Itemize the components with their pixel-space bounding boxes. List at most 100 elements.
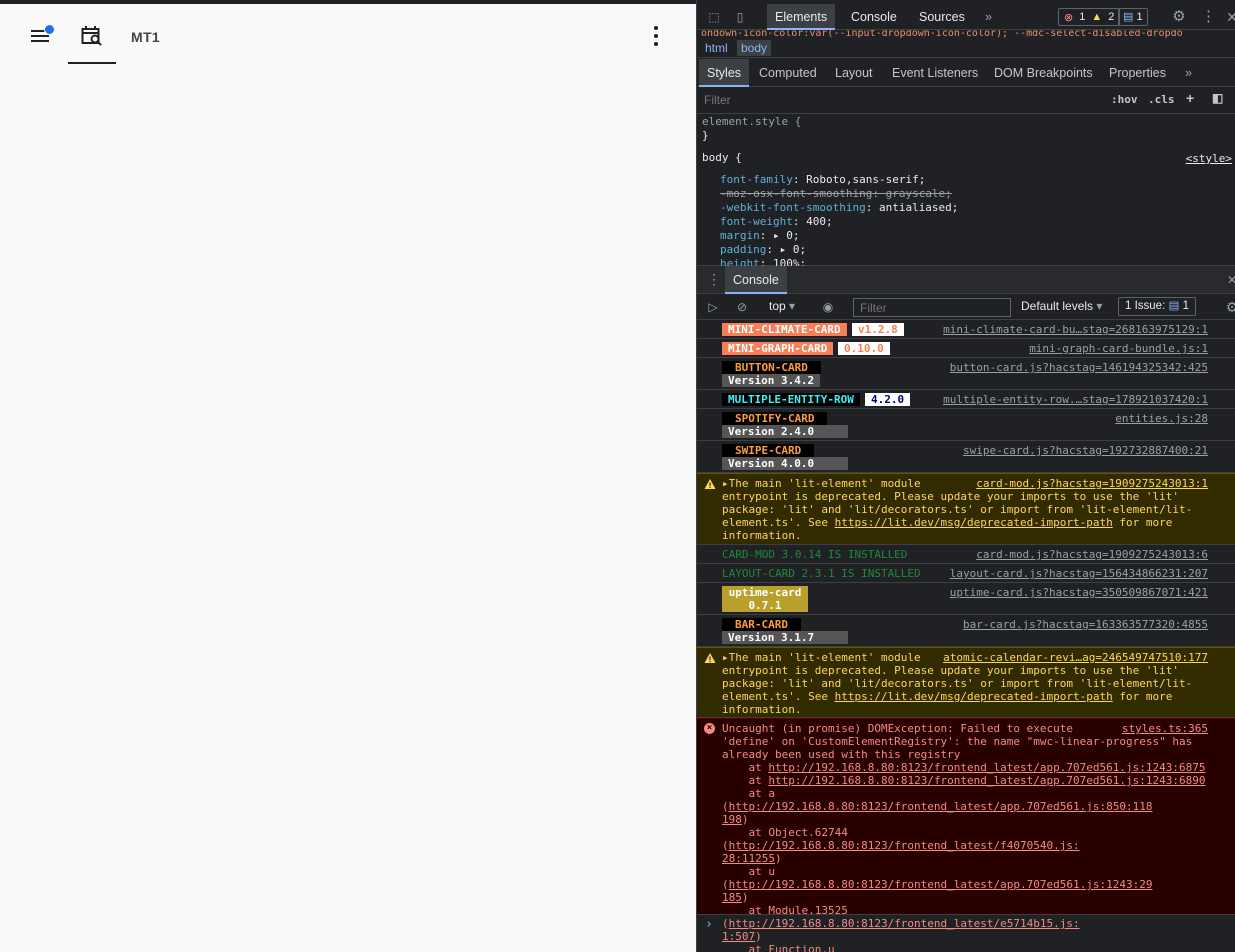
console-toolbar: ▷ ⊘ top ▾ ◉ Default levels ▾ 1 Issue: ▤ … [697, 294, 1235, 320]
hamburger-menu-icon[interactable] [24, 20, 56, 52]
element-style-selector[interactable]: element.style { [702, 115, 801, 129]
info-count[interactable]: ▤ 1 [1118, 8, 1148, 26]
docs-link[interactable]: https://lit.dev/msg/deprecated-import-pa… [835, 690, 1113, 703]
stack-frame-link[interactable]: http://192.168.8.80:8123/frontend_latest… [722, 800, 1152, 826]
error-icon: × [704, 723, 715, 734]
devtools-panel: ⬚ ▯ Elements Console Sources » ⊗ 1 ▲ 2 ▤ 1… [696, 0, 1235, 952]
styles-filter-input[interactable] [701, 91, 1101, 110]
error-count: 1 [1079, 11, 1086, 23]
source-link[interactable]: card-mod.js?hacstag=1909275243013:6 [976, 548, 1208, 561]
clear-console-icon[interactable]: ⊘ [735, 300, 749, 314]
element-style-close: } [702, 129, 709, 142]
issues-button[interactable]: 1 Issue: ▤ 1 [1118, 297, 1196, 316]
breadcrumb-html[interactable]: html [701, 40, 732, 56]
source-link[interactable]: layout-card.js?hacstag=156434866231:207 [950, 567, 1208, 580]
gear-icon[interactable]: ⚙ [1172, 9, 1186, 24]
error-count-icon: ⊗ [1064, 11, 1074, 24]
breadcrumb-body[interactable]: body [737, 40, 772, 56]
drawer-menu-icon[interactable]: ⋮ [707, 272, 721, 286]
rule-source-link[interactable]: <style> [1186, 152, 1232, 166]
source-link[interactable]: styles.ts:365 [1122, 722, 1208, 735]
css-declaration[interactable]: font-family: Roboto,sans-serif; [720, 173, 925, 187]
tab-event-listeners[interactable]: Event Listeners [884, 59, 986, 87]
log-badge-label: SWIPE-CARD [722, 444, 815, 457]
log-levels-select[interactable]: Default levels ▾ [1021, 299, 1102, 313]
app-toolbar: MT1 [0, 8, 696, 64]
breadcrumb: html body [697, 38, 1235, 58]
console-prompt[interactable]: › [697, 915, 1235, 935]
console-message: SWIPE-CARD Version 4.0.0 swipe-card.js?hac… [697, 441, 1235, 473]
log-badge-version: 4.2.0 [865, 393, 911, 406]
console-message: LAYOUT-CARD 2.3.1 IS INSTALLED layout-car… [697, 564, 1235, 583]
dots-vertical-icon[interactable] [644, 22, 668, 50]
css-declaration[interactable]: padding: ▸ 0; [720, 243, 806, 257]
stack-frame-link[interactable]: http://192.168.8.80:8123/frontend_latest… [722, 839, 1080, 865]
css-declaration[interactable]: margin: ▸ 0; [720, 229, 800, 243]
rule-selector[interactable]: body { [702, 151, 742, 165]
notification-dot [44, 24, 55, 35]
tab-elements[interactable]: Elements [767, 4, 836, 30]
log-badge-version: 0.10.0 [838, 342, 890, 355]
source-link[interactable]: uptime-card.js?hacstag=350509867071:421 [950, 586, 1208, 599]
stack-frame-link[interactable]: http://192.168.8.80:8123/frontend_latest… [768, 774, 1205, 787]
hov-toggle[interactable]: :hov [1111, 93, 1138, 106]
close-icon[interactable]: ✕ [1225, 10, 1235, 24]
more-subtabs-icon[interactable]: » [1177, 59, 1200, 87]
gear-icon[interactable]: ⚙ [1225, 300, 1235, 314]
console-message: CARD-MOD 3.0.14 IS INSTALLED card-mod.js?… [697, 545, 1235, 564]
chevron-down-icon: ▾ [1096, 299, 1103, 313]
console-filter-input[interactable] [853, 298, 1011, 317]
css-value: ▸ 0; [779, 243, 807, 256]
source-link[interactable]: card-mod.js?hacstag=1909275243013:1 [976, 477, 1208, 490]
console-messages: MINI-CLIMATE-CARD v1.2.8 mini-climate-card… [697, 320, 1235, 952]
device-toolbar-icon[interactable]: ▯ [733, 10, 747, 24]
source-link[interactable]: multiple-entity-row.…stag=178921037420:1 [943, 393, 1208, 406]
inspect-element-icon[interactable]: ⬚ [707, 10, 721, 24]
drawer-tab-console[interactable]: Console [725, 266, 787, 294]
tab-console[interactable]: Console [843, 4, 905, 30]
tab-styles[interactable]: Styles [699, 59, 750, 87]
tab-sources[interactable]: Sources [911, 4, 973, 30]
tab-computed[interactable]: Computed [751, 59, 825, 87]
log-badge-label: MINI-GRAPH-CARD [722, 342, 834, 355]
issue-counters[interactable]: ⊗ 1 ▲ 2 [1058, 8, 1121, 26]
tab-layout[interactable]: Layout [827, 59, 881, 87]
stack-frame-link[interactable]: http://192.168.8.80:8123/frontend_latest… [722, 878, 1152, 904]
console-message: MINI-GRAPH-CARD 0.10.0 mini-graph-card-bun… [697, 339, 1235, 358]
docs-link[interactable]: https://lit.dev/msg/deprecated-import-pa… [835, 516, 1113, 529]
css-property: font-family [720, 173, 793, 186]
styles-filter-bar: :hov .cls + ◧ [697, 88, 1235, 114]
sidebar-icon[interactable]: ▷ [706, 300, 720, 314]
more-tabs-icon[interactable]: » [977, 4, 1000, 30]
view-tab-calendar[interactable] [68, 8, 116, 64]
sidebar-toggle-icon[interactable]: ◧ [1212, 91, 1223, 105]
new-rule-icon[interactable]: + [1186, 90, 1194, 106]
css-declaration[interactable]: -webkit-font-smoothing: antialiased; [720, 201, 958, 215]
tab-properties[interactable]: Properties [1101, 59, 1174, 87]
warning-icon [704, 652, 716, 664]
source-link[interactable]: entities.js:28 [1115, 412, 1208, 425]
log-badge-label: BUTTON-CARD [722, 361, 821, 374]
source-link[interactable]: mini-climate-card-bu…stag=268163975129:1 [943, 323, 1208, 336]
console-message: uptime-card 0.7.1 uptime-card.js?hacstag=3… [697, 583, 1235, 615]
view-title[interactable]: MT1 [131, 29, 160, 45]
stack-frame-link[interactable]: http://192.168.8.80:8123/frontend_latest… [768, 761, 1205, 774]
source-link[interactable]: atomic-calendar-revi…ag=246549747510:177 [943, 651, 1208, 664]
drawer-close-icon[interactable]: ✕ [1225, 273, 1235, 287]
home-assistant-app: MT1 [0, 0, 696, 952]
cls-toggle[interactable]: .cls [1148, 93, 1175, 106]
kebab-menu-icon[interactable]: ⋮ [1201, 9, 1216, 24]
source-link[interactable]: swipe-card.js?hacstag=192732887400:21 [963, 444, 1208, 457]
eye-icon[interactable]: ◉ [821, 300, 835, 314]
tab-dom-breakpoints[interactable]: DOM Breakpoints [986, 59, 1101, 87]
css-property: font-weight [720, 215, 793, 228]
context-value: top [769, 299, 786, 313]
css-value: antialiased; [878, 201, 959, 214]
source-link[interactable]: mini-graph-card-bundle.js:1 [1029, 342, 1208, 355]
css-declaration[interactable]: font-weight: 400; [720, 215, 833, 229]
css-declaration[interactable]: -moz-osx-font-smoothing: grayscale; [720, 187, 952, 201]
context-select[interactable]: top ▾ [769, 299, 795, 313]
source-link[interactable]: button-card.js?hacstag=146194325342:425 [950, 361, 1208, 374]
source-link[interactable]: bar-card.js?hacstag=163363577320:4855 [963, 618, 1208, 631]
console-message: × Uncaught (in promise) DOMException: Fai… [697, 718, 1235, 952]
